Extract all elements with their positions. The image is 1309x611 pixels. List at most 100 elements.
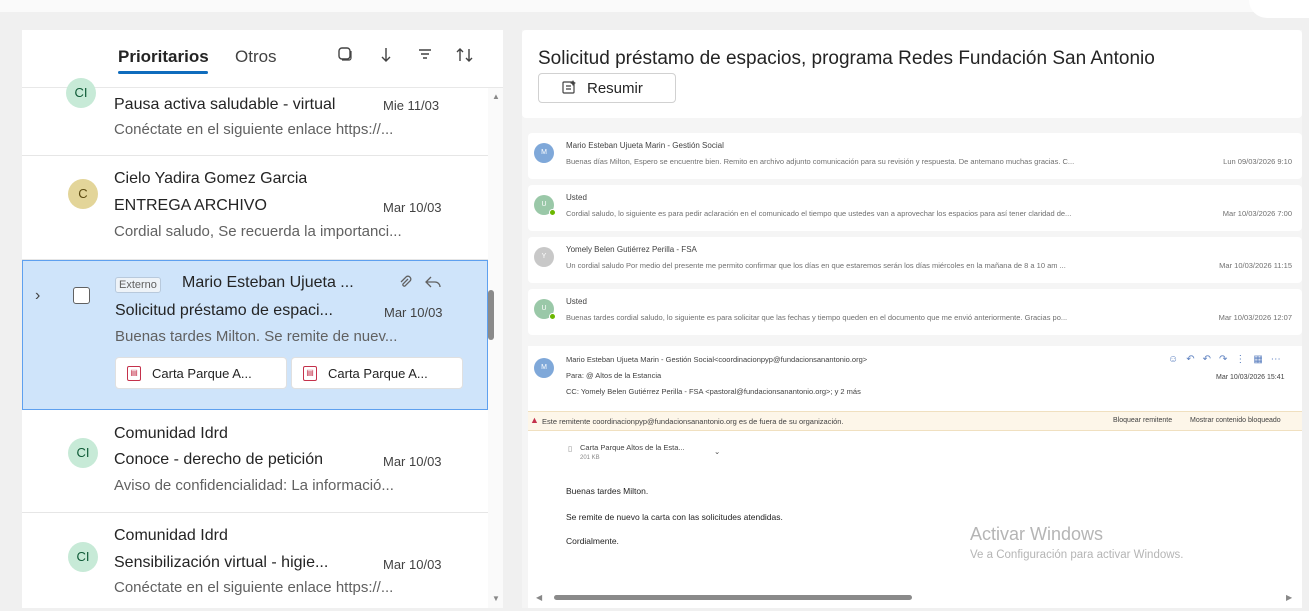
date: Mar 10/03 [384, 305, 443, 320]
sort-icon[interactable] [455, 46, 475, 66]
cc-line[interactable]: CC: Yomely Belen Gutiérrez Perilla - FSA… [566, 387, 861, 396]
scroll-down-icon[interactable]: ▼ [492, 594, 500, 603]
attachment-size: 201 KB [580, 455, 600, 461]
body-line: Buenas tardes Milton. [566, 486, 649, 496]
thread-sender: Yomely Belen Gutiérrez Perilla - FSA [566, 245, 697, 254]
reading-pane: Solicitud préstamo de espacios, programa… [522, 30, 1302, 608]
attachment-name[interactable]: Carta Parque Altos de la Esta... [580, 443, 685, 452]
thread-sender: Usted [566, 193, 587, 202]
external-badge: Externo [115, 277, 161, 293]
tab-other[interactable]: Otros [235, 47, 277, 67]
reading-hscroll-thumb[interactable] [554, 595, 912, 600]
body-line: Cordialmente. [566, 536, 619, 546]
thread-preview: Un cordial saludo Por medio del presente… [566, 261, 1066, 270]
thread-date: Mar 10/03/2026 11:15 [1219, 261, 1292, 270]
preview: Conéctate en el siguiente enlace https:/… [114, 121, 394, 138]
summarize-icon [561, 79, 577, 99]
thread-preview: Buenas tardes cordial saludo, lo siguien… [566, 313, 1068, 322]
subject-card: Solicitud préstamo de espacios, programa… [522, 30, 1302, 118]
sender: Cielo Yadira Gomez Garcia [114, 170, 308, 187]
replied-icon [424, 274, 442, 295]
sender: Comunidad Idrd [114, 527, 228, 544]
list-item[interactable]: CI Comunidad Idrd Conoce - derecho de pe… [22, 410, 488, 513]
body-line: Se remite de nuevo la carta con las soli… [566, 512, 783, 522]
windows-watermark-title: Activar Windows [970, 524, 1104, 544]
list-item-selected[interactable]: › Externo Mario Esteban Ujueta ... Solic… [22, 260, 488, 410]
top-strip [0, 0, 1309, 12]
message-list: Prioritarios Otros CI Pausa activa salud… [22, 30, 503, 608]
show-blocked-content-link[interactable]: Mostrar contenido bloqueado [1190, 417, 1281, 424]
avatar: M [534, 358, 554, 378]
avatar: CI [66, 78, 96, 108]
preview: Cordial saludo, Se recuerda la importanc… [114, 223, 402, 240]
thread-date: Mar 10/03/2026 12:07 [1218, 313, 1292, 322]
sender: Mario Esteban Ujueta ... [182, 274, 354, 291]
thread-preview: Cordial saludo, lo siguiente es para ped… [566, 209, 1072, 218]
subject: Sensibilización virtual - higie... [114, 554, 329, 571]
attachment-name: Carta Parque A... [152, 366, 252, 381]
subject: Pausa activa saludable - virtual [114, 96, 336, 113]
from-line[interactable]: Mario Esteban Ujueta Marin - Gestión Soc… [566, 355, 867, 364]
list-item[interactable]: CI Comunidad Idrd Sensibilización virtua… [22, 513, 488, 608]
avatar: U [534, 195, 556, 216]
select-mode-icon[interactable] [335, 46, 355, 66]
thread-date: Lun 09/03/2026 9:10 [1223, 157, 1292, 166]
thread-preview: Buenas días Milton, Espero se encuentre … [566, 157, 1075, 166]
thread-message[interactable]: Y Yomely Belen Gutiérrez Perilla - FSA U… [528, 237, 1302, 283]
thread-message[interactable]: M Mario Esteban Ujueta Marin - Gestión S… [528, 133, 1302, 179]
summarize-button[interactable]: Resumir [538, 73, 676, 103]
window-corner [1249, 0, 1309, 18]
date: Mar 10/03 [383, 200, 442, 215]
message-action-icons[interactable]: ☺↶↶↷⋮▦⋯ [1168, 354, 1289, 365]
date: Mie 11/03 [383, 98, 440, 113]
attachment-file-icon: ▯ [568, 444, 573, 453]
thread-message[interactable]: U Usted Buenas tardes cordial saludo, lo… [528, 289, 1302, 335]
date: Mar 10/03 [383, 454, 442, 469]
subject: Conoce - derecho de petición [114, 451, 324, 468]
scroll-up-icon[interactable]: ▲ [492, 92, 500, 101]
avatar: CI [68, 438, 98, 468]
pdf-icon: ▤ [303, 366, 317, 381]
list-item[interactable]: CI Pausa activa saludable - virtual Mie … [22, 78, 488, 156]
to-line[interactable]: Para: @ Altos de la Estancia [566, 371, 661, 380]
tab-focused[interactable]: Prioritarios [118, 47, 209, 67]
preview: Buenas tardes Milton. Se remite de nuev.… [115, 328, 398, 345]
attachment-name: Carta Parque A... [328, 366, 428, 381]
block-sender-link[interactable]: Bloquear remitente [1113, 417, 1172, 424]
message-subject: Solicitud préstamo de espacios, programa… [538, 48, 1155, 69]
list-scroll-thumb[interactable] [488, 290, 494, 340]
tab-focused-indicator [118, 71, 208, 74]
sender: Comunidad Idrd [114, 425, 228, 442]
avatar: M [534, 143, 554, 163]
thread-message[interactable]: U Usted Cordial saludo, lo siguiente es … [528, 185, 1302, 231]
scroll-left-icon[interactable]: ◀ [536, 593, 542, 602]
attachment-chevron-icon[interactable]: ⌄ [714, 447, 720, 456]
select-checkbox[interactable] [73, 287, 90, 304]
external-sender-warning: ▲ Este remitente coordinacionpyp@fundaci… [528, 411, 1302, 431]
preview: Conéctate en el siguiente enlace https:/… [114, 579, 394, 596]
avatar: U [534, 299, 556, 320]
list-scrollbar[interactable]: ▲ ▼ [488, 88, 503, 608]
expand-chevron-icon[interactable]: › [35, 287, 40, 305]
date: Mar 10/03 [383, 557, 442, 572]
avatar: CI [68, 542, 98, 572]
warning-text: Este remitente coordinacionpyp@fundacion… [542, 417, 844, 426]
subject: Solicitud préstamo de espaci... [115, 302, 333, 319]
thread-date: Mar 10/03/2026 7:00 [1222, 209, 1292, 218]
thread-sender: Mario Esteban Ujueta Marin - Gestión Soc… [566, 141, 724, 150]
warning-icon: ▲ [530, 415, 539, 425]
attachment-icon [397, 274, 413, 295]
avatar: Y [534, 247, 554, 267]
attachment-chip[interactable]: ▤ Carta Parque A... [115, 357, 287, 389]
subject: ENTREGA ARCHIVO [114, 197, 267, 214]
pdf-icon: ▤ [127, 366, 141, 381]
scroll-right-icon[interactable]: ▶ [1286, 593, 1292, 602]
jump-to-icon[interactable] [375, 46, 395, 66]
attachment-chip[interactable]: ▤ Carta Parque A... [291, 357, 463, 389]
message-date: Mar 10/03/2026 15:41 [1216, 374, 1285, 381]
open-message: M Mario Esteban Ujueta Marin - Gestión S… [528, 346, 1302, 608]
filter-icon[interactable] [415, 46, 435, 66]
reading-hscrollbar[interactable]: ◀ ▶ [528, 590, 1302, 604]
thread-sender: Usted [566, 297, 587, 306]
list-item[interactable]: C Cielo Yadira Gomez Garcia ENTREGA ARCH… [22, 156, 488, 260]
